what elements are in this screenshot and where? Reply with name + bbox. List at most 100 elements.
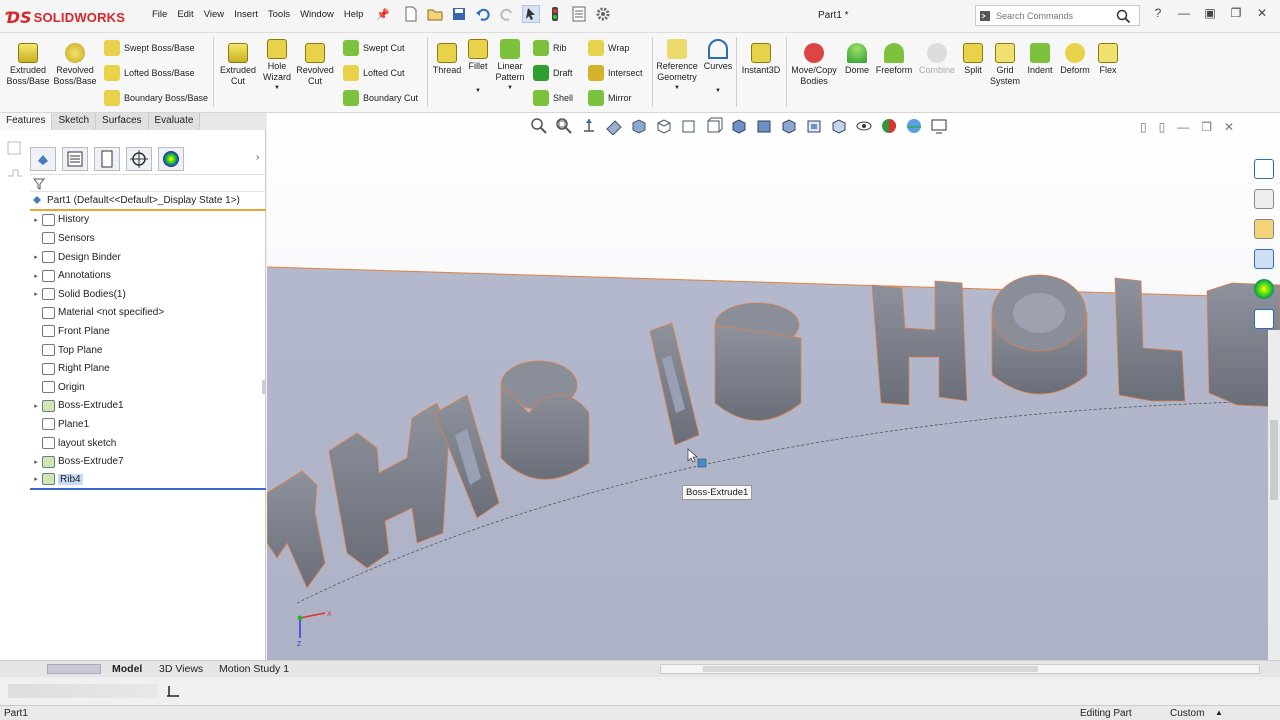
tab-surfaces[interactable]: Surfaces [96, 113, 149, 130]
tree-item[interactable]: ▸ Boss-Extrude1 [30, 397, 266, 416]
boundary-cut-button[interactable]: Boundary Cut [343, 90, 418, 106]
menu-insert[interactable]: Insert [229, 9, 263, 20]
wrap-button[interactable]: Wrap [588, 40, 629, 56]
extruded-cut-button[interactable]: Extruded Cut [217, 43, 259, 87]
tree-item[interactable]: ▸ Annotations [30, 266, 266, 285]
view-orientation-6-icon[interactable] [755, 117, 773, 135]
fillet-button[interactable]: Fillet ▼ [464, 39, 492, 97]
freeform-button[interactable]: Freeform [874, 43, 914, 76]
new-document-icon[interactable] [402, 5, 420, 23]
shell-button[interactable]: Shell [533, 90, 573, 106]
expand-arrow-icon[interactable]: ▸ [30, 458, 42, 466]
expand-arrow-icon[interactable]: ▸ [30, 402, 42, 410]
view-orientation-3-icon[interactable] [680, 117, 698, 135]
feature-manager-tab-icon[interactable] [30, 147, 56, 171]
viewport-right-icon[interactable]: ▯ [1159, 120, 1166, 134]
expand-arrow-icon[interactable]: ▸ [30, 290, 42, 298]
tab-evaluate[interactable]: Evaluate [148, 113, 201, 130]
design-library-icon[interactable] [1254, 189, 1274, 209]
home-icon[interactable] [1254, 159, 1274, 179]
view-settings-icon[interactable] [930, 117, 948, 135]
display-manager-tab-icon[interactable] [158, 147, 184, 171]
restore-icon[interactable]: ▣ [1202, 6, 1218, 20]
units-dropdown-icon[interactable]: ▲ [1215, 708, 1223, 717]
tree-root-part[interactable]: Part1 (Default<<Default>_Display State 1… [30, 192, 266, 211]
rib-button[interactable]: Rib [533, 40, 567, 56]
view-orientation-1-icon[interactable] [630, 117, 648, 135]
select-cursor-icon[interactable] [522, 5, 540, 23]
swept-boss-button[interactable]: Swept Boss/Base [104, 40, 195, 56]
configuration-manager-tab-icon[interactable] [94, 147, 120, 171]
tree-item[interactable]: Material <not specified> [30, 304, 266, 323]
search-type-icon[interactable] [979, 10, 991, 22]
tab-3d-views[interactable]: 3D Views [154, 662, 208, 676]
menu-help[interactable]: Help [339, 9, 369, 20]
solidworks-logo[interactable]: ƊS SOLIDWORKS [6, 6, 125, 28]
tree-item[interactable]: ▸ Design Binder [30, 248, 266, 267]
status-units[interactable]: Custom [1170, 708, 1204, 719]
file-explorer-icon[interactable] [1254, 219, 1274, 239]
previous-view-icon[interactable] [580, 117, 598, 135]
hole-wizard-button[interactable]: Hole Wizard ▼ [259, 39, 295, 94]
panel-expand-chevron-icon[interactable]: › [256, 152, 259, 163]
model-view[interactable]: X Z [267, 113, 1280, 660]
expand-arrow-icon[interactable]: ▸ [30, 272, 42, 280]
instant3d-button[interactable]: Instant3D [739, 43, 783, 76]
save-icon[interactable] [450, 5, 468, 23]
menu-edit[interactable]: Edit [172, 9, 198, 20]
display-style-icon[interactable] [830, 117, 848, 135]
tree-item[interactable]: Right Plane [30, 359, 266, 378]
intersect-button[interactable]: Intersect [588, 65, 643, 81]
tab-nav-arrows[interactable] [47, 664, 101, 674]
combine-button[interactable]: Combine [916, 43, 958, 76]
tree-item[interactable]: Plane1 [30, 415, 266, 434]
vertical-scroll-thumb[interactable] [1270, 420, 1278, 500]
search-icon[interactable] [1116, 9, 1131, 24]
curves-button[interactable]: Curves ▼ [702, 39, 734, 97]
view-orientation-2-icon[interactable] [655, 117, 673, 135]
viewport-restore-icon[interactable]: ❐ [1201, 120, 1212, 134]
lofted-boss-button[interactable]: Lofted Boss/Base [104, 65, 195, 81]
sketch-dimension-icon[interactable] [165, 684, 181, 698]
tree-item[interactable]: ▸ Rib4 [30, 471, 266, 490]
indent-button[interactable]: Indent [1024, 43, 1056, 76]
search-commands-input[interactable]: Search Commands [975, 5, 1140, 26]
grid-system-button[interactable]: Grid System [988, 43, 1022, 87]
extruded-boss-button[interactable]: Extruded Boss/Base [6, 43, 50, 87]
tree-item[interactable]: Front Plane [30, 322, 266, 341]
view-orientation-7-icon[interactable] [780, 117, 798, 135]
tree-item[interactable]: ▸ Solid Bodies(1) [30, 285, 266, 304]
revolved-cut-button[interactable]: Revolved Cut [295, 43, 335, 87]
dome-button[interactable]: Dome [842, 43, 872, 76]
section-view-icon[interactable] [605, 117, 623, 135]
redo-icon[interactable] [498, 5, 516, 23]
viewport-close-icon[interactable]: ✕ [1224, 120, 1234, 134]
tab-motion-study-1[interactable]: Motion Study 1 [214, 662, 294, 676]
tree-item[interactable]: ▸ Boss-Extrude7 [30, 452, 266, 471]
edit-appearance-icon[interactable] [880, 117, 898, 135]
move-copy-bodies-button[interactable]: Move/Copy Bodies [789, 43, 839, 87]
zoom-to-fit-icon[interactable] [530, 117, 548, 135]
reference-geometry-button[interactable]: Reference Geometry ▼ [655, 39, 699, 94]
viewport-left-icon[interactable]: ▯ [1140, 120, 1147, 134]
menu-file[interactable]: File [147, 9, 172, 20]
options-gear-icon[interactable] [594, 5, 612, 23]
panel-splitter-handle[interactable] [262, 380, 266, 394]
linear-pattern-button[interactable]: Linear Pattern ▼ [493, 39, 527, 94]
minimize-icon[interactable]: — [1176, 6, 1192, 20]
menu-view[interactable]: View [199, 9, 229, 20]
dimxpert-tab-icon[interactable] [126, 147, 152, 171]
property-manager-tab-icon[interactable] [62, 147, 88, 171]
custom-properties-icon[interactable] [1254, 309, 1274, 329]
rebuild-icon[interactable] [546, 5, 564, 23]
tab-sketch[interactable]: Sketch [52, 113, 97, 130]
tree-item[interactable]: Sensors [30, 229, 266, 248]
reference-geometry-dropdown-icon[interactable]: ▼ [655, 83, 699, 94]
restore-down-icon[interactable]: ❐ [1228, 6, 1244, 20]
swept-cut-button[interactable]: Swept Cut [343, 40, 405, 56]
split-button[interactable]: Split [958, 43, 988, 76]
thread-button[interactable]: Thread [430, 43, 464, 76]
menu-window[interactable]: Window [295, 9, 339, 20]
file-properties-icon[interactable] [570, 5, 588, 23]
vertical-scrollbar[interactable] [1268, 330, 1280, 660]
